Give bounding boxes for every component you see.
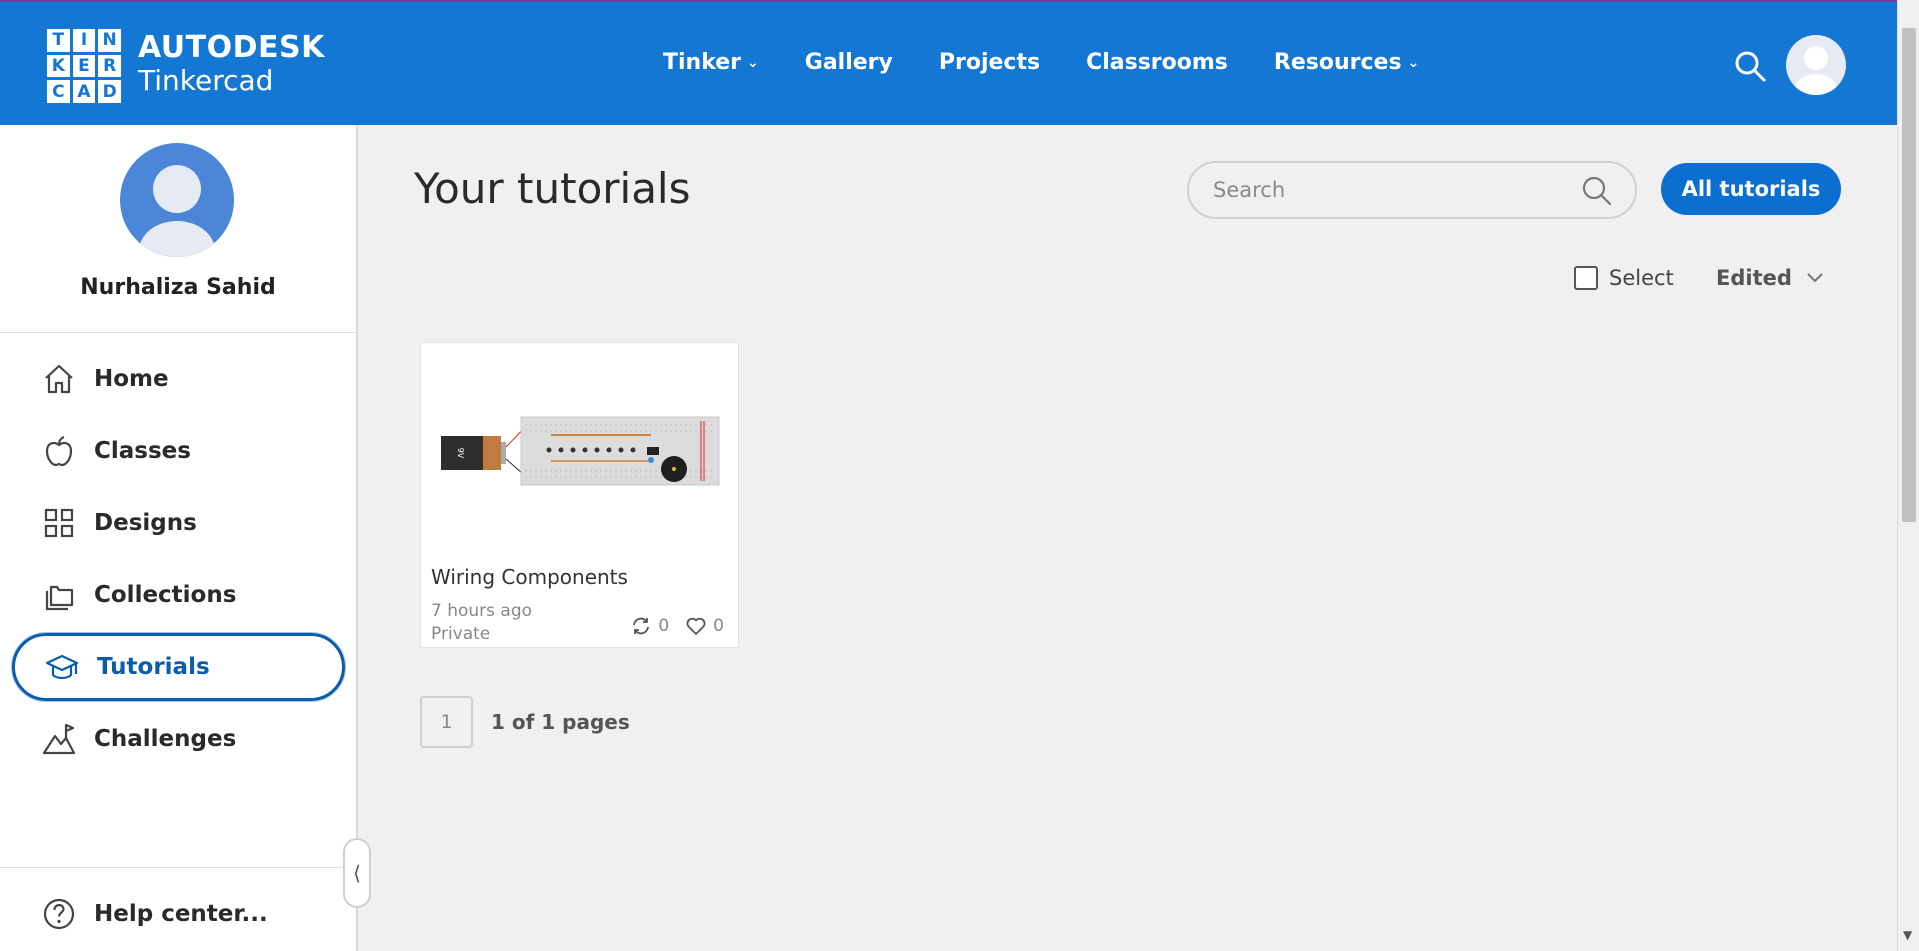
logo-letter: K xyxy=(47,54,70,78)
sort-label: Edited xyxy=(1716,266,1792,290)
sidebar-item-label: Home xyxy=(94,366,169,392)
nav-projects[interactable]: Projects xyxy=(939,50,1040,75)
battery-label: 9V xyxy=(456,448,465,459)
button-cap xyxy=(648,457,654,463)
sidebar-item-collections[interactable]: Collections xyxy=(12,561,345,629)
sort-dropdown[interactable]: Edited xyxy=(1716,266,1824,290)
sidebar-item-label: Tutorials xyxy=(97,654,210,680)
search-input[interactable] xyxy=(1213,175,1573,205)
logo-letter: I xyxy=(72,29,96,52)
sidebar-item-label: Challenges xyxy=(94,726,237,752)
folders-icon xyxy=(45,585,74,611)
sidebar-item-challenges[interactable]: Challenges xyxy=(12,705,345,773)
grid-icon xyxy=(44,508,74,538)
nav-label: Gallery xyxy=(804,50,893,75)
sidebar-item-classes[interactable]: Classes xyxy=(12,417,345,485)
logo-letter: R xyxy=(98,54,121,78)
page-title: Your tutorials xyxy=(414,164,691,213)
apple-icon xyxy=(45,435,73,467)
profile-name: Nurhaliza Sahid xyxy=(80,275,276,300)
sidebar-item-label: Designs xyxy=(94,510,197,536)
nav-label: Projects xyxy=(938,50,1041,75)
profile-avatar[interactable] xyxy=(120,143,234,257)
tutorial-search[interactable] xyxy=(1187,161,1637,219)
sidebar-item-help[interactable]: Help center... xyxy=(12,880,345,948)
mountain-flag-icon xyxy=(42,723,76,755)
logo-letter: A xyxy=(72,80,96,103)
chevron-down-icon: ⌄ xyxy=(1407,54,1420,71)
sidebar-item-tutorials[interactable]: Tutorials xyxy=(12,633,345,701)
logo-letter: T xyxy=(47,29,70,52)
card-stats: 0 0 xyxy=(630,615,724,637)
search-icon[interactable] xyxy=(1733,49,1767,83)
chip xyxy=(647,447,659,455)
collapse-sidebar-button[interactable]: ⟨ xyxy=(343,838,371,908)
scroll-down-arrow-icon[interactable]: ▼ xyxy=(1903,928,1912,942)
circuit-thumbnail[interactable]: 9V xyxy=(421,343,738,553)
heart-icon[interactable] xyxy=(685,615,707,637)
graduation-cap-icon xyxy=(45,654,79,680)
nav-gallery[interactable]: Gallery xyxy=(805,50,893,75)
nav-classrooms[interactable]: Classrooms xyxy=(1086,50,1228,75)
logo-letter: N xyxy=(98,29,121,52)
logo-letter: D xyxy=(98,80,121,103)
brand-tinkercad: Tinkercad xyxy=(138,64,274,97)
like-count: 0 xyxy=(713,616,724,636)
page-scrollbar[interactable]: ▼ xyxy=(1897,0,1919,951)
card-privacy: Private xyxy=(431,624,491,644)
all-tutorials-button[interactable]: All tutorials xyxy=(1661,163,1841,215)
select-checkbox[interactable] xyxy=(1574,266,1598,290)
tinkercad-logo[interactable]: T I N K E R C A D xyxy=(47,29,121,103)
page-number-button[interactable]: 1 xyxy=(420,696,473,748)
select-label: Select xyxy=(1609,266,1674,290)
logo-letter: E xyxy=(72,54,96,78)
brand-wordmark[interactable]: AUTODESK Tinkercad xyxy=(138,31,325,97)
remix-icon xyxy=(633,617,650,635)
battery-cap xyxy=(483,436,501,470)
logo-letter: C xyxy=(47,80,70,103)
nav-label: Classrooms xyxy=(1086,50,1228,75)
person-icon xyxy=(139,165,215,257)
sidebar-item-label: Collections xyxy=(94,582,237,608)
sidebar-item-label: Help center... xyxy=(94,901,268,927)
battery-terminal xyxy=(501,442,506,464)
user-avatar[interactable] xyxy=(1786,35,1846,95)
remix-count: 0 xyxy=(658,616,670,636)
sidebar-item-label: Classes xyxy=(94,438,191,464)
buzzer-center xyxy=(672,467,676,471)
tutorial-card[interactable]: 9V Wiring Components 7 hours ago Private… xyxy=(420,342,739,648)
select-toggle[interactable]: Select xyxy=(1574,266,1674,290)
divider xyxy=(0,867,356,868)
pagination-text: 1 of 1 pages xyxy=(491,710,630,734)
sidebar: Nurhaliza Sahid Home Classes Designs Col… xyxy=(0,125,358,951)
nav-resources[interactable]: Resources ⌄ xyxy=(1274,50,1419,75)
nav-tinker[interactable]: Tinker ⌄ xyxy=(663,50,759,75)
chevron-left-icon: ⟨ xyxy=(353,861,361,885)
help-icon xyxy=(43,898,75,930)
scrollbar-thumb[interactable] xyxy=(1902,28,1916,522)
search-icon[interactable] xyxy=(1581,175,1613,207)
divider xyxy=(0,332,356,333)
top-header: T I N K E R C A D AUTODESK Tinkercad Tin… xyxy=(0,0,1897,125)
sidebar-item-home[interactable]: Home xyxy=(12,345,345,413)
main-nav: Tinker ⌄ Gallery Projects Classrooms Res… xyxy=(663,50,1465,75)
person-icon xyxy=(1795,46,1837,95)
chevron-down-icon xyxy=(1807,273,1823,283)
chevron-down-icon: ⌄ xyxy=(747,54,759,71)
card-timestamp: 7 hours ago xyxy=(431,601,533,621)
nav-label: Tinker xyxy=(663,50,742,75)
home-icon xyxy=(45,364,73,394)
brand-autodesk: AUTODESK xyxy=(138,30,325,65)
card-title[interactable]: Wiring Components xyxy=(431,565,628,589)
nav-label: Resources xyxy=(1273,50,1402,75)
sidebar-item-designs[interactable]: Designs xyxy=(12,489,345,557)
